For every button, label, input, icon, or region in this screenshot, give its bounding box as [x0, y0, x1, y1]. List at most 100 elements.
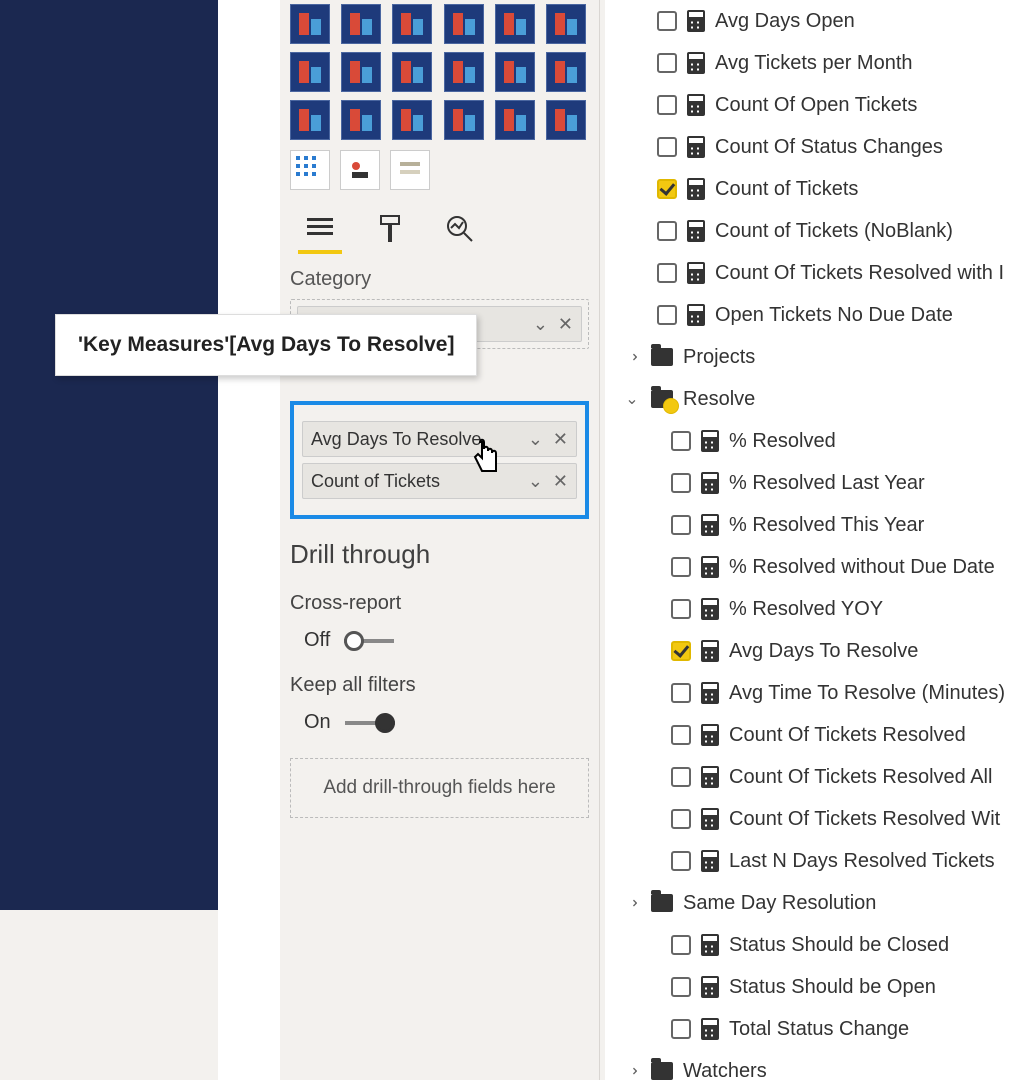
field-item[interactable]: Avg Tickets per Month	[605, 42, 1021, 84]
keep-filters-toggle[interactable]	[345, 713, 395, 733]
remove-icon[interactable]: ✕	[558, 314, 573, 335]
field-item[interactable]: Count Of Open Tickets	[605, 84, 1021, 126]
field-item[interactable]: % Resolved Last Year	[605, 462, 1021, 504]
viz-type-icon[interactable]	[495, 100, 535, 140]
tab-analytics[interactable]	[440, 208, 480, 250]
field-item[interactable]: Count Of Tickets Resolved with I	[605, 252, 1021, 294]
field-checkbox[interactable]	[657, 179, 677, 199]
viz-type-python-icon[interactable]	[340, 150, 380, 190]
field-checkbox[interactable]	[657, 95, 677, 115]
measure-icon	[687, 178, 705, 200]
chevron-down-icon[interactable]: ⌄	[528, 429, 543, 450]
viz-type-more-icon[interactable]	[390, 150, 430, 190]
keep-filters-state: On	[304, 711, 331, 734]
field-group[interactable]: ⌄ Projects	[605, 336, 1021, 378]
field-label: Total Status Change	[729, 1018, 909, 1041]
viz-type-icon[interactable]	[444, 4, 484, 44]
field-checkbox[interactable]	[671, 515, 691, 535]
field-item[interactable]: Avg Days To Resolve	[605, 630, 1021, 672]
group-label: Projects	[683, 346, 755, 369]
field-item[interactable]: Avg Time To Resolve (Minutes)	[605, 672, 1021, 714]
chevron-down-icon[interactable]: ⌄	[623, 389, 641, 409]
field-label: Avg Days To Resolve	[729, 640, 918, 663]
viz-type-icon[interactable]	[444, 52, 484, 92]
viz-type-icon[interactable]	[341, 100, 381, 140]
remove-icon[interactable]: ✕	[553, 471, 568, 492]
field-checkbox[interactable]	[671, 977, 691, 997]
field-checkbox[interactable]	[671, 557, 691, 577]
field-label: Open Tickets No Due Date	[715, 304, 953, 327]
viz-type-icon[interactable]	[392, 52, 432, 92]
values-field-pill[interactable]: Count of Tickets ⌄ ✕	[302, 463, 577, 499]
field-checkbox[interactable]	[671, 935, 691, 955]
field-group[interactable]: ⌄Resolve	[605, 378, 1021, 420]
field-checkbox[interactable]	[671, 473, 691, 493]
field-checkbox[interactable]	[671, 1019, 691, 1039]
field-item[interactable]: Count Of Tickets Resolved Wit	[605, 798, 1021, 840]
field-label: % Resolved This Year	[729, 514, 924, 537]
field-item[interactable]: Avg Days Open	[605, 0, 1021, 42]
field-checkbox[interactable]	[671, 809, 691, 829]
field-item[interactable]: Count of Tickets (NoBlank)	[605, 210, 1021, 252]
field-checkbox[interactable]	[657, 137, 677, 157]
viz-type-custom-icon[interactable]	[290, 150, 330, 190]
viz-type-icon[interactable]	[546, 52, 586, 92]
field-item[interactable]: % Resolved YOY	[605, 588, 1021, 630]
field-checkbox[interactable]	[671, 767, 691, 787]
drill-through-dropzone[interactable]: Add drill-through fields here	[290, 758, 589, 818]
field-item[interactable]: % Resolved without Due Date	[605, 546, 1021, 588]
viz-type-icon[interactable]	[290, 100, 330, 140]
viz-type-icon[interactable]	[495, 4, 535, 44]
field-group[interactable]: ⌄Watchers	[605, 1050, 1021, 1080]
field-group[interactable]: ⌄Same Day Resolution	[605, 882, 1021, 924]
viz-type-icon[interactable]	[392, 100, 432, 140]
viz-type-icon[interactable]	[444, 100, 484, 140]
cross-report-toggle[interactable]	[344, 631, 394, 651]
field-item[interactable]: Last N Days Resolved Tickets	[605, 840, 1021, 882]
field-item[interactable]: Count Of Status Changes	[605, 126, 1021, 168]
field-item[interactable]: Count Of Tickets Resolved All	[605, 756, 1021, 798]
field-checkbox[interactable]	[657, 221, 677, 241]
field-item[interactable]: Status Should be Closed	[605, 924, 1021, 966]
field-checkbox[interactable]	[657, 53, 677, 73]
tab-fields[interactable]	[300, 208, 340, 250]
field-checkbox[interactable]	[671, 683, 691, 703]
field-label: Count Of Tickets Resolved Wit	[729, 808, 1000, 831]
field-label: Count Of Status Changes	[715, 136, 943, 159]
field-item[interactable]: % Resolved	[605, 420, 1021, 462]
viz-type-icon[interactable]	[341, 52, 381, 92]
chevron-right-icon[interactable]: ⌄	[622, 348, 642, 366]
field-item[interactable]: Open Tickets No Due Date	[605, 294, 1021, 336]
field-checkbox[interactable]	[671, 641, 691, 661]
viz-type-icon[interactable]	[290, 52, 330, 92]
chevron-down-icon[interactable]: ⌄	[533, 314, 548, 335]
field-checkbox[interactable]	[671, 431, 691, 451]
field-item[interactable]: Total Status Change	[605, 1008, 1021, 1050]
viz-type-icon[interactable]	[392, 4, 432, 44]
viz-type-icon[interactable]	[546, 100, 586, 140]
viz-type-icon[interactable]	[290, 4, 330, 44]
tab-format[interactable]	[370, 208, 410, 250]
measure-icon	[701, 808, 719, 830]
remove-icon[interactable]: ✕	[553, 429, 568, 450]
chevron-right-icon[interactable]: ⌄	[622, 894, 642, 912]
field-checkbox[interactable]	[671, 599, 691, 619]
field-checkbox[interactable]	[657, 263, 677, 283]
chevron-right-icon[interactable]: ⌄	[622, 1062, 642, 1080]
field-checkbox[interactable]	[671, 725, 691, 745]
field-checkbox[interactable]	[657, 11, 677, 31]
field-item[interactable]: Count of Tickets	[605, 168, 1021, 210]
field-checkbox[interactable]	[671, 851, 691, 871]
field-checkbox[interactable]	[657, 305, 677, 325]
viz-type-icon[interactable]	[341, 4, 381, 44]
field-item[interactable]: Count Of Tickets Resolved	[605, 714, 1021, 756]
field-item[interactable]: Status Should be Open	[605, 966, 1021, 1008]
viz-type-icon[interactable]	[495, 52, 535, 92]
chevron-down-icon[interactable]: ⌄	[528, 471, 543, 492]
values-field-pill[interactable]: Avg Days To Resolve ⌄ ✕	[302, 421, 577, 457]
field-item[interactable]: % Resolved This Year	[605, 504, 1021, 546]
measure-icon	[687, 304, 705, 326]
field-label: Avg Time To Resolve (Minutes)	[729, 682, 1005, 705]
measure-icon	[687, 52, 705, 74]
viz-type-icon[interactable]	[546, 4, 586, 44]
